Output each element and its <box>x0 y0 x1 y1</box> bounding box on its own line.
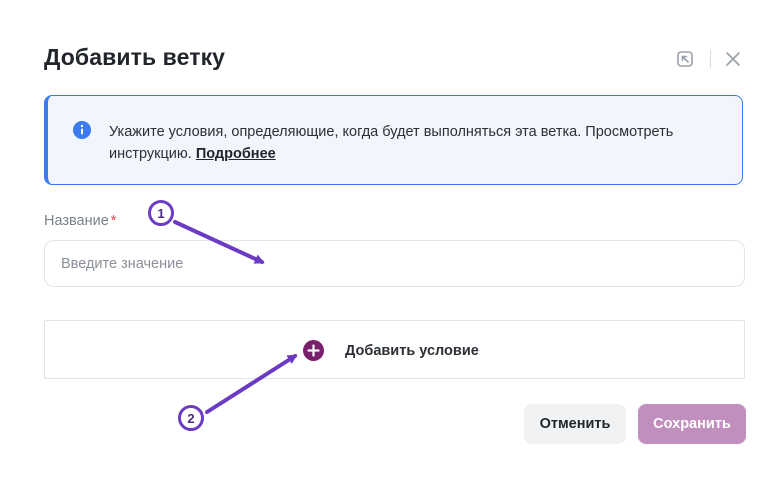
info-message: Укажите условия, определяющие, когда буд… <box>109 124 674 162</box>
plus-circle-icon <box>303 340 324 361</box>
dialog-title: Добавить ветку <box>44 44 226 70</box>
name-label-text: Название <box>44 213 109 229</box>
close-icon[interactable] <box>723 49 743 69</box>
info-icon <box>73 121 91 139</box>
add-condition-button[interactable]: Добавить условие <box>303 340 479 361</box>
name-label: Название * <box>44 213 116 229</box>
header-separator <box>710 50 711 68</box>
cancel-button[interactable]: Отменить <box>524 404 626 444</box>
required-mark: * <box>110 213 117 229</box>
annotation-badge-2: 2 <box>178 405 204 431</box>
collapse-arrow-icon[interactable] <box>675 49 695 69</box>
conditions-area: Добавить условие <box>44 320 745 379</box>
save-button[interactable]: Сохранить <box>638 404 746 444</box>
annotation-badge-1: 1 <box>148 200 174 226</box>
info-text: Укажите условия, определяющие, когда буд… <box>109 121 729 165</box>
more-info-link[interactable]: Подробнее <box>196 146 276 162</box>
info-banner: Укажите условия, определяющие, когда буд… <box>44 95 743 185</box>
add-branch-dialog: Добавить ветку Укажите условия, определя… <box>0 0 780 481</box>
add-condition-label: Добавить условие <box>345 342 479 359</box>
name-input[interactable] <box>44 240 745 287</box>
